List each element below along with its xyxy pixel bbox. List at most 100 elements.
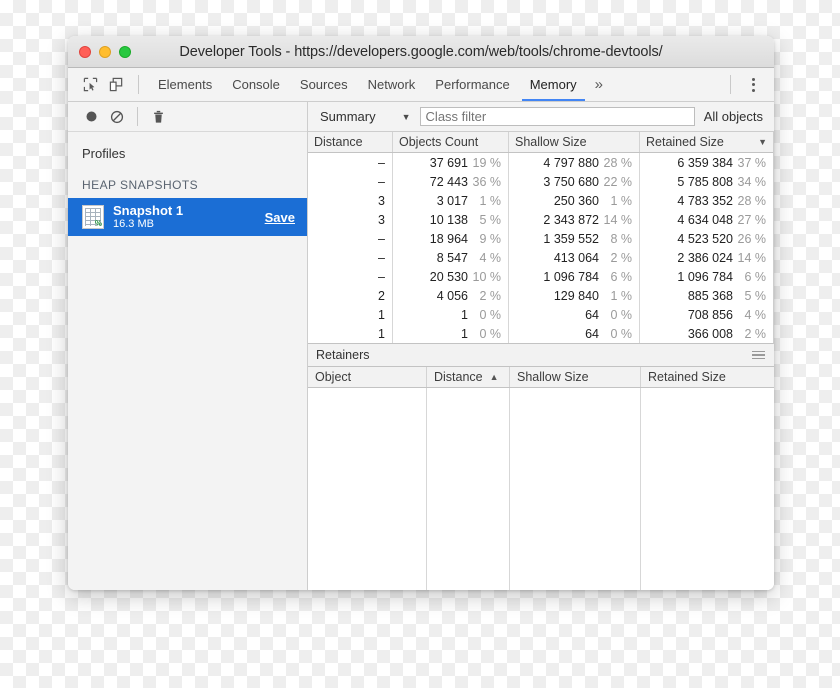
cell-retained-size: 2 386 024 14 % [640, 248, 773, 267]
cell-percent: 10 % [472, 269, 502, 284]
column-header-retainer-shallow-size[interactable]: Shallow Size [510, 367, 641, 387]
table-row[interactable]: 33 017 1 % 250 360 1 % 4 783 352 28 % [308, 191, 773, 210]
chevron-down-icon: ▼ [401, 111, 411, 122]
kebab-menu-icon[interactable] [740, 72, 766, 98]
cell-shallow-size: 4 797 880 28 % [509, 153, 640, 172]
hamburger-menu-icon[interactable] [752, 350, 765, 360]
record-icon[interactable] [78, 104, 104, 130]
column-header-retainer-distance[interactable]: Distance ▲ [427, 367, 510, 387]
window-titlebar: Developer Tools - https://developers.goo… [68, 36, 774, 68]
minimize-button[interactable] [99, 45, 111, 58]
retainers-column-object [308, 388, 427, 590]
cell-value: 4 634 048 [677, 212, 733, 227]
tab-label: Elements [158, 77, 213, 92]
tab-console[interactable]: Console [222, 68, 290, 101]
cell-distance: – [308, 172, 393, 191]
search-input[interactable] [419, 107, 695, 126]
cell-retained-size: 4 634 048 27 % [640, 210, 773, 229]
table-row[interactable]: – 20 530 10 % 1 096 784 6 % 1 096 784 6 % [308, 267, 773, 286]
table-row[interactable]: – 18 964 9 % 1 359 552 8 % 4 523 520 26 % [308, 229, 773, 248]
devtools-window: Developer Tools - https://developers.goo… [68, 36, 774, 590]
view-mode-select[interactable]: Summary ▼ [316, 109, 411, 124]
cell-percent: 14 % [737, 250, 767, 265]
clear-icon[interactable] [104, 104, 130, 130]
table-row[interactable]: – 72 443 36 % 3 750 680 22 % 5 785 808 34 % [308, 172, 773, 191]
column-header-shallow-size[interactable]: Shallow Size [509, 132, 640, 152]
table-row[interactable]: 1 1 0 % 64 0 % 366 008 2 % [308, 324, 773, 343]
column-label: Shallow Size [517, 370, 589, 384]
profiles-sidebar: Profiles HEAP SNAPSHOTS % Snapshot 1 16.… [68, 102, 308, 590]
tab-sources[interactable]: Sources [290, 68, 358, 101]
sort-descending-icon: ▼ [758, 137, 767, 147]
cell-percent: 0 % [610, 307, 632, 322]
tab-label: Memory [529, 77, 577, 92]
grid-header-row: Distance Objects Count Shallow Size Reta… [308, 132, 773, 153]
device-toolbar-icon[interactable] [103, 72, 129, 98]
cell-value: – [378, 231, 385, 246]
column-label: Shallow Size [515, 135, 587, 149]
more-tabs-icon[interactable]: » [587, 68, 611, 101]
snapshot-meta: Snapshot 1 16.3 MB [113, 203, 265, 231]
tab-network[interactable]: Network [358, 68, 426, 101]
column-header-retainer-retained-size[interactable]: Retained Size [641, 367, 774, 387]
table-row[interactable]: – 8 547 4 % 413 064 2 % 2 386 024 14 % [308, 248, 773, 267]
cell-percent: 0 % [479, 307, 501, 322]
tab-elements[interactable]: Elements [148, 68, 222, 101]
table-row[interactable]: 3 10 138 5 % 2 343 872 14 % 4 634 048 27 % [308, 210, 773, 229]
column-label: Distance [314, 135, 363, 149]
snapshot-title: Snapshot 1 [113, 203, 184, 218]
cell-percent: 1 % [479, 193, 501, 208]
cell-shallow-size: 129 840 1 % [509, 286, 640, 305]
cell-value: 4 783 352 [677, 193, 733, 208]
column-header-object[interactable]: Object [308, 367, 427, 387]
view-mode-label: Summary [320, 109, 376, 124]
cell-distance: 1 [308, 324, 393, 343]
cell-retained-size: 5 785 808 34 % [640, 172, 773, 191]
list-item[interactable]: % Snapshot 1 16.3 MB Save [68, 198, 307, 236]
profiles-toolbar-divider [137, 107, 138, 126]
cell-retained-size: 6 359 384 37 % [640, 153, 773, 172]
column-header-retained-size[interactable]: Retained Size ▼ [640, 132, 773, 152]
cell-value: 885 368 [687, 288, 733, 303]
cell-value: 1 096 784 [677, 269, 733, 284]
cell-objects-count: 72 443 36 % [393, 172, 509, 191]
cell-value: 5 785 808 [677, 174, 733, 189]
table-row[interactable]: – 37 691 19 % 4 797 880 28 % 6 359 384 37 % [308, 153, 773, 172]
column-header-objects-count[interactable]: Objects Count [393, 132, 509, 152]
cell-percent: 0 % [610, 326, 632, 341]
inspect-element-icon[interactable] [77, 72, 103, 98]
tab-label: Console [232, 77, 280, 92]
retainers-column-shallow [510, 388, 641, 590]
close-button[interactable] [79, 45, 91, 58]
retainers-header: Retainers [308, 344, 774, 367]
table-row[interactable]: 1 1 0 % 64 0 % 708 856 4 % [308, 305, 773, 324]
cell-percent: 2 % [479, 288, 501, 303]
cell-value: 20 530 [429, 269, 468, 284]
cell-distance: 3 [308, 191, 393, 210]
window-title: Developer Tools - https://developers.goo… [179, 43, 663, 60]
cell-value: – [378, 174, 385, 189]
cell-value: 708 856 [687, 307, 733, 322]
column-header-distance[interactable]: Distance [308, 132, 393, 152]
cell-value: 3 750 680 [543, 174, 599, 189]
cell-distance: – [308, 229, 393, 248]
panel-tabs: Elements Console Sources Network Perform… [148, 68, 611, 101]
table-row[interactable]: 2 4 056 2 % 129 840 1 % 885 368 5 % [308, 286, 773, 305]
window-controls [79, 45, 131, 58]
maximize-button[interactable] [119, 45, 131, 58]
tab-performance[interactable]: Performance [425, 68, 519, 101]
cell-value: 2 343 872 [543, 212, 599, 227]
column-label: Retained Size [648, 370, 726, 384]
tab-memory[interactable]: Memory [520, 68, 587, 101]
save-button[interactable]: Save [265, 210, 295, 225]
objects-scope-select[interactable]: All objects [704, 109, 766, 124]
heap-snapshots-heading: HEAP SNAPSHOTS [82, 178, 199, 192]
cell-percent: 28 % [737, 193, 767, 208]
cell-percent: 2 % [610, 250, 632, 265]
heap-snapshot-icon: % [82, 205, 104, 229]
trash-icon[interactable] [145, 104, 171, 130]
tabbar-right-controls [721, 72, 774, 98]
cell-percent: 8 % [610, 231, 632, 246]
cell-distance: 3 [308, 210, 393, 229]
cell-value: 64 [585, 326, 599, 341]
